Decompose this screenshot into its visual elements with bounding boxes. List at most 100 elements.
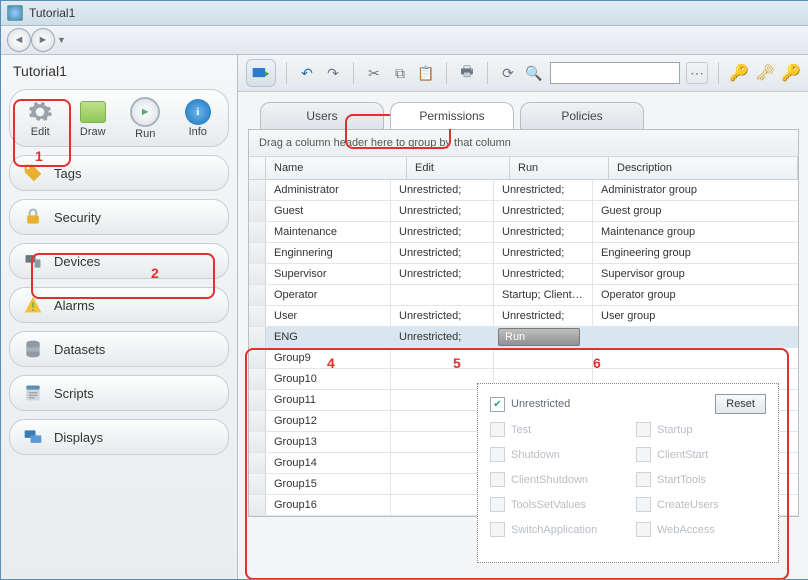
table-row[interactable]: UserUnrestricted;Unrestricted;User group	[249, 306, 798, 327]
edit-button[interactable]: Edit	[18, 99, 62, 138]
redo-button[interactable]: ↷	[323, 63, 343, 83]
warning-icon	[22, 294, 44, 316]
col-edit[interactable]: Edit	[407, 157, 510, 179]
cell-run[interactable]: Unrestricted;	[494, 180, 593, 200]
cell-name[interactable]: Group16	[266, 495, 391, 515]
cell-run[interactable]: Unrestricted;	[494, 264, 593, 284]
sidebar-item-scripts[interactable]: Scripts	[9, 375, 229, 411]
sidebar-item-datasets[interactable]: Datasets	[9, 331, 229, 367]
cell-edit[interactable]: Unrestricted;	[391, 327, 494, 347]
unrestricted-checkbox[interactable]: ✔ Unrestricted	[490, 397, 570, 412]
refresh-button[interactable]: ⟳	[498, 63, 518, 83]
cell-name[interactable]: Supervisor	[266, 264, 391, 284]
cell-edit[interactable]: Unrestricted;	[391, 264, 494, 284]
cell-name[interactable]: Guest	[266, 201, 391, 221]
cell-name[interactable]: Group12	[266, 411, 391, 431]
cell-desc[interactable]: Operator group	[593, 285, 798, 305]
col-run[interactable]: Run	[510, 157, 609, 179]
cell-desc[interactable]	[593, 348, 798, 368]
cell-edit[interactable]	[391, 285, 494, 305]
cell-run[interactable]: Unrestricted;	[494, 222, 593, 242]
cell-edit[interactable]	[391, 348, 494, 368]
checkbox-icon	[636, 422, 651, 437]
nav-back-button[interactable]: ◄	[7, 28, 31, 52]
col-name[interactable]: Name	[266, 157, 407, 179]
run-button[interactable]: ► Run	[123, 97, 167, 140]
key-icon-2[interactable]: 🗝	[755, 63, 775, 83]
cell-name[interactable]: Enginnering	[266, 243, 391, 263]
cell-name[interactable]: Group11	[266, 390, 391, 410]
cell-name[interactable]: Group15	[266, 474, 391, 494]
cell-name[interactable]: Maintenance	[266, 222, 391, 242]
cell-desc[interactable]: Supervisor group	[593, 264, 798, 284]
nav-forward-button[interactable]: ►	[31, 28, 55, 52]
cell-name[interactable]: Group10	[266, 369, 391, 389]
table-row[interactable]: Operator Startup; Client…Operator group	[249, 285, 798, 306]
tab-policies[interactable]: Policies	[520, 102, 644, 129]
cell-name[interactable]: Operator	[266, 285, 391, 305]
cell-name[interactable]: Group14	[266, 453, 391, 473]
search-input[interactable]	[550, 62, 680, 84]
cell-desc[interactable]: Guest group	[593, 201, 798, 221]
cell-run[interactable]: Unrestricted;	[494, 243, 593, 263]
cell-run[interactable]: Unrestricted;	[494, 306, 593, 326]
cell-name[interactable]: Group13	[266, 432, 391, 452]
sidebar-item-alarms[interactable]: Alarms	[9, 287, 229, 323]
cell-run[interactable]: Startup; Client…	[494, 285, 593, 305]
sidebar-item-tags[interactable]: Tags	[9, 155, 229, 191]
main-toolbar: ↶ ↷ ✂ ⧉ 📋 🖶 ⟳ 🔍 ⋯ 🔑 🗝 🔑	[238, 55, 808, 92]
cell-edit[interactable]: Unrestricted;	[391, 180, 494, 200]
checkbox-icon	[636, 447, 651, 462]
cell-edit[interactable]: Unrestricted;	[391, 201, 494, 221]
zoom-button[interactable]: 🔍	[524, 63, 544, 83]
cell-name[interactable]: ENG	[266, 327, 391, 347]
table-row[interactable]: ENGUnrestricted;Run	[249, 327, 798, 348]
perm-label: StartTools	[657, 474, 706, 486]
table-row[interactable]: Group9	[249, 348, 798, 369]
undo-button[interactable]: ↶	[297, 63, 317, 83]
col-desc[interactable]: Description	[609, 157, 798, 179]
sidebar-item-security[interactable]: Security	[9, 199, 229, 235]
checkbox-icon	[490, 522, 505, 537]
key-icon-3[interactable]: 🔑	[781, 63, 801, 83]
table-row[interactable]: SupervisorUnrestricted;Unrestricted;Supe…	[249, 264, 798, 285]
key-icon-1[interactable]: 🔑	[729, 63, 749, 83]
draw-button[interactable]: Draw	[71, 99, 115, 138]
reset-button[interactable]: Reset	[715, 394, 766, 414]
sidebar-item-label: Datasets	[54, 342, 105, 357]
sidebar-item-devices[interactable]: Devices	[9, 243, 229, 279]
cell-desc[interactable]	[585, 327, 798, 347]
cell-edit[interactable]: Unrestricted;	[391, 243, 494, 263]
cell-edit[interactable]: Unrestricted;	[391, 222, 494, 242]
print-button[interactable]: 🖶	[457, 63, 477, 83]
run-combo[interactable]: Run	[498, 328, 580, 346]
cell-desc[interactable]: Administrator group	[593, 180, 798, 200]
table-row[interactable]: MaintenanceUnrestricted;Unrestricted;Mai…	[249, 222, 798, 243]
lock-icon	[22, 206, 44, 228]
paste-button[interactable]: 📋	[416, 63, 436, 83]
perm-label: CreateUsers	[657, 499, 719, 511]
table-row[interactable]: GuestUnrestricted;Unrestricted;Guest gro…	[249, 201, 798, 222]
tab-permissions[interactable]: Permissions	[390, 102, 514, 129]
nav-history-dropdown[interactable]: ▼	[57, 35, 66, 45]
cell-edit[interactable]: Unrestricted;	[391, 306, 494, 326]
cut-button[interactable]: ✂	[364, 63, 384, 83]
search-options-icon[interactable]: ⋯	[686, 62, 708, 84]
cell-desc[interactable]: Maintenance group	[593, 222, 798, 242]
table-row[interactable]: AdministratorUnrestricted;Unrestricted;A…	[249, 180, 798, 201]
tab-users[interactable]: Users	[260, 102, 384, 129]
info-button[interactable]: i Info	[176, 99, 220, 138]
cell-run[interactable]	[494, 348, 593, 368]
cell-name[interactable]: User	[266, 306, 391, 326]
cell-name[interactable]: Administrator	[266, 180, 391, 200]
cell-run[interactable]: Unrestricted;	[494, 201, 593, 221]
cell-desc[interactable]: User group	[593, 306, 798, 326]
sidebar-item-displays[interactable]: Displays	[9, 419, 229, 455]
cell-run[interactable]: Run	[494, 327, 585, 347]
app-icon	[7, 5, 23, 21]
cell-desc[interactable]: Engineering group	[593, 243, 798, 263]
copy-button[interactable]: ⧉	[390, 63, 410, 83]
cell-name[interactable]: Group9	[266, 348, 391, 368]
table-row[interactable]: EnginneringUnrestricted;Unrestricted;Eng…	[249, 243, 798, 264]
group-by-hint[interactable]: Drag a column header here to group by th…	[249, 130, 798, 157]
